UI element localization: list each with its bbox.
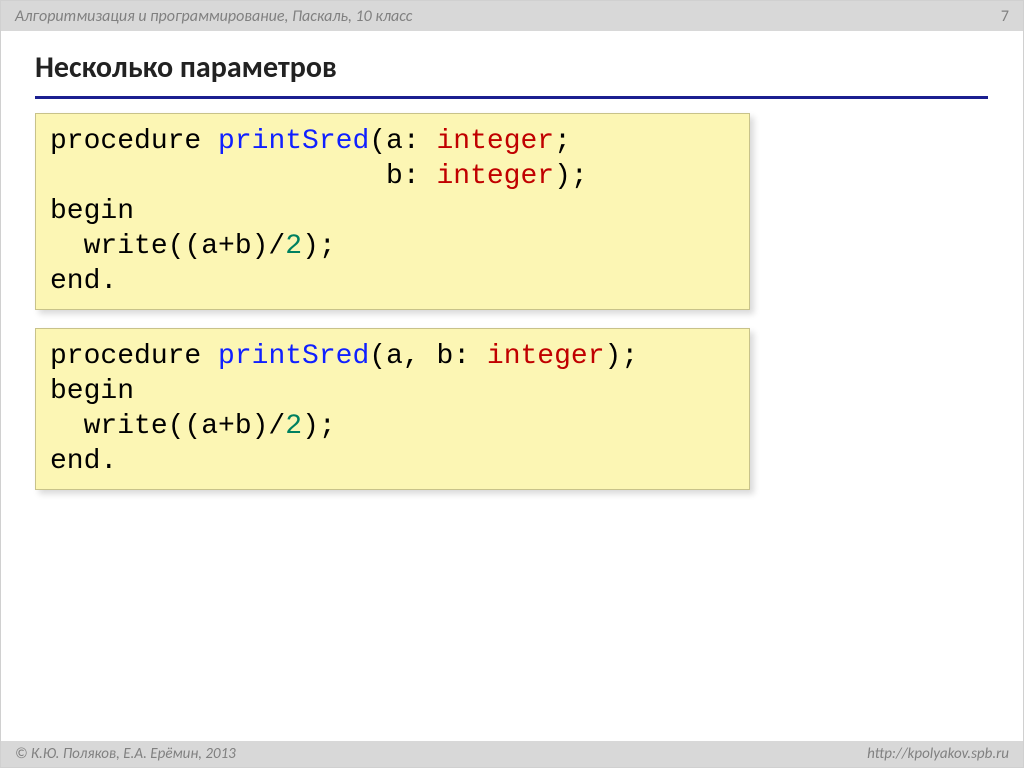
code-text: end.: [50, 446, 117, 477]
code-text: write((a+b)/: [50, 231, 285, 262]
code-text: (a, b:: [369, 341, 487, 372]
code-text: procedure: [50, 126, 218, 157]
footer-authors: © К.Ю. Поляков, Е.А. Ерёмин, 2013: [15, 745, 236, 763]
code-text: (a:: [369, 126, 436, 157]
code-text: ;: [554, 126, 571, 157]
page-number: 7: [1001, 7, 1009, 26]
slide-content: Несколько параметров procedure printSred…: [1, 31, 1023, 490]
code-text: write((a+b)/: [50, 411, 285, 442]
code-number: 2: [285, 411, 302, 442]
code-text: );: [302, 231, 336, 262]
code-type: integer: [436, 161, 554, 192]
code-number: 2: [285, 231, 302, 262]
code-block-2: procedure printSred(a, b: integer); begi…: [35, 328, 750, 490]
page-title: Несколько параметров: [35, 49, 993, 86]
footer-link: http://kpolyakov.spb.ru: [867, 745, 1009, 763]
footer-bar: © К.Ю. Поляков, Е.А. Ерёмин, 2013 http:/…: [1, 741, 1023, 767]
code-identifier: printSred: [218, 126, 369, 157]
code-block-1: procedure printSred(a: integer; b: integ…: [35, 113, 750, 310]
code-text: begin: [50, 196, 134, 227]
breadcrumb: Алгоритмизация и программирование, Паска…: [15, 7, 412, 26]
code-text: );: [554, 161, 588, 192]
title-divider: [35, 96, 988, 99]
code-text: procedure: [50, 341, 218, 372]
code-text: end.: [50, 266, 117, 297]
code-type: integer: [487, 341, 605, 372]
header-bar: Алгоритмизация и программирование, Паска…: [1, 1, 1023, 31]
code-identifier: printSred: [218, 341, 369, 372]
code-text: );: [605, 341, 639, 372]
code-type: integer: [436, 126, 554, 157]
code-text: begin: [50, 376, 134, 407]
code-text: );: [302, 411, 336, 442]
code-text: b:: [50, 161, 436, 192]
